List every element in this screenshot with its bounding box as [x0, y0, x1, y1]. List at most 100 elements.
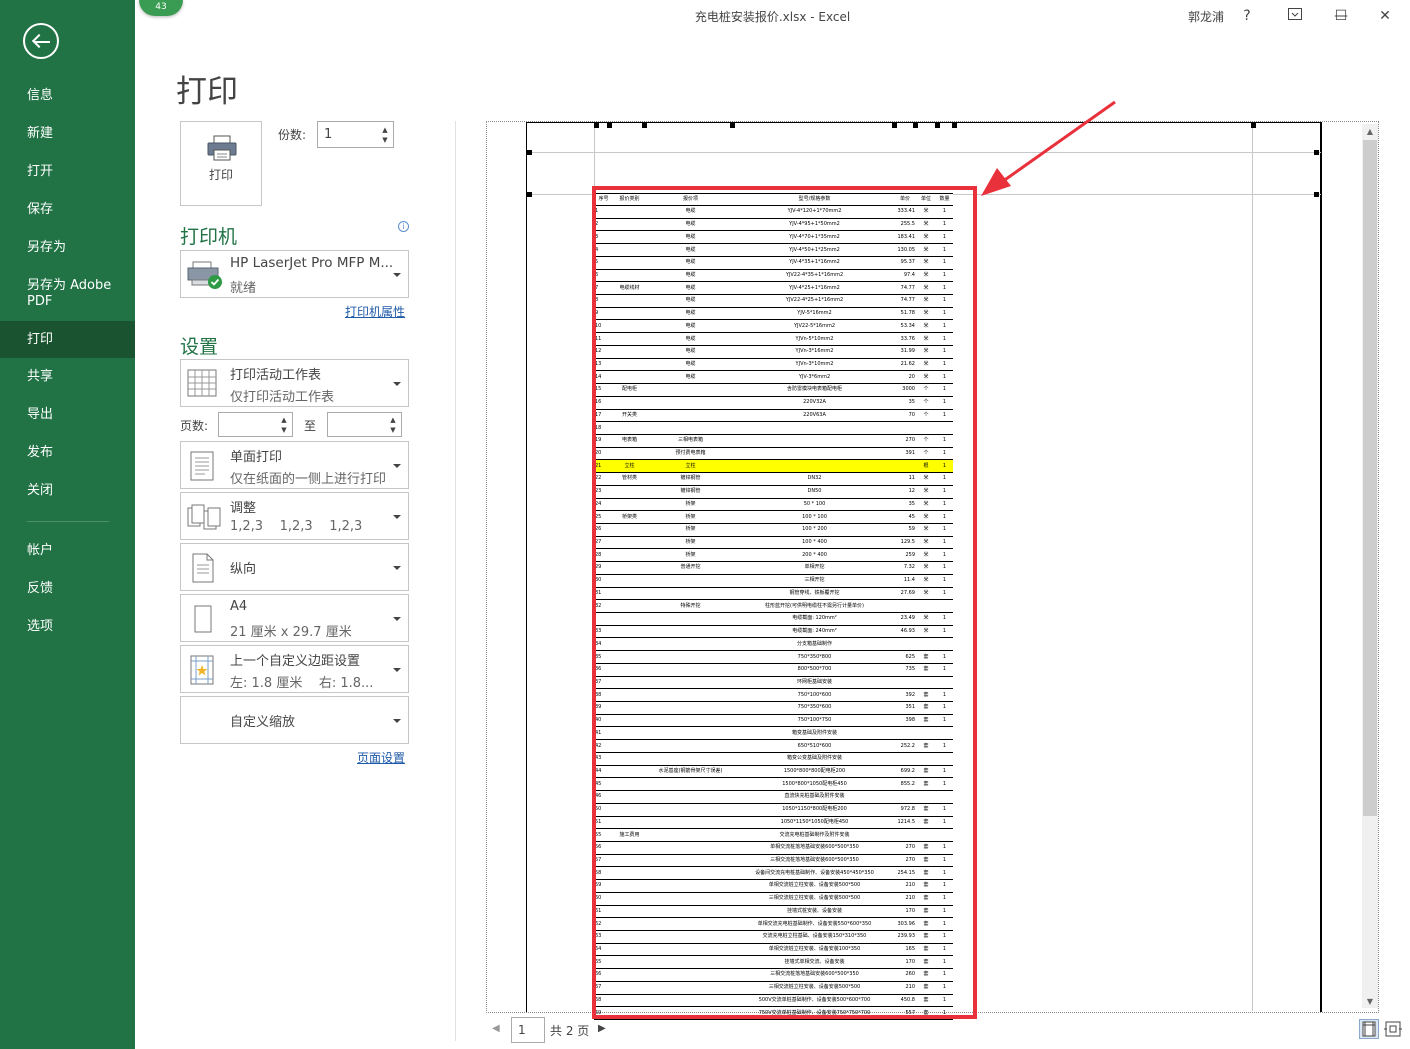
printer-heading: 打印机: [180, 226, 238, 248]
pages-label: 页数:: [180, 419, 209, 433]
copies-input[interactable]: 1 ▲ ▼: [317, 121, 394, 148]
sides-select[interactable]: 单面打印 仅在纸面的一侧上进行打印: [180, 441, 409, 489]
nav-options[interactable]: 选项: [0, 619, 135, 635]
dropdown-arrow-icon: [393, 515, 401, 519]
spin-up-icon[interactable]: ▲: [279, 415, 289, 425]
pages-to-input[interactable]: ▲ ▼: [327, 412, 402, 437]
nav-info[interactable]: 信息: [0, 88, 135, 104]
nav-save-as-pdf[interactable]: 另存为 Adobe PDF: [0, 278, 125, 310]
ribbon-display-icon[interactable]: [1283, 6, 1307, 26]
printer-icon: [207, 135, 237, 161]
printer-name: HP LaserJet Pro MFP M...: [230, 255, 394, 271]
show-margins-icon[interactable]: [1359, 1019, 1379, 1039]
scroll-up-icon[interactable]: ▲: [1364, 126, 1376, 138]
column-handle[interactable]: [952, 123, 957, 128]
margins-icon: [190, 655, 214, 685]
orientation-value: 纵向: [230, 562, 257, 577]
worksheet-icon: [187, 369, 217, 397]
dropdown-arrow-icon: [393, 719, 401, 723]
column-handle[interactable]: [607, 123, 612, 128]
printer-status: 就绪: [230, 281, 257, 296]
info-icon[interactable]: i: [398, 221, 409, 232]
margins-main: 上一个自定义边距设置: [230, 654, 361, 669]
column-handle[interactable]: [594, 123, 599, 128]
margin-handle[interactable]: [527, 192, 532, 197]
back-arrow-icon[interactable]: [23, 23, 59, 59]
print-scope-sub: 仅打印活动工作表: [230, 390, 335, 405]
margins-select[interactable]: 上一个自定义边距设置 左: 1.8 厘米 右: 1.8...: [180, 645, 409, 693]
collate-icon: [187, 504, 221, 530]
dropdown-arrow-icon: [393, 566, 401, 570]
nav-divider: [27, 521, 109, 522]
total-pages-label: 共 2 页: [550, 1024, 590, 1038]
nav-export[interactable]: 导出: [0, 407, 135, 423]
paper-size-main: A4: [230, 599, 248, 614]
column-handle[interactable]: [935, 123, 940, 128]
margin-handle[interactable]: [1314, 192, 1319, 197]
printer-ready-icon: [187, 261, 222, 289]
column-handle[interactable]: [730, 123, 735, 128]
collate-sub: 1,2,3 1,2,3 1,2,3: [230, 519, 363, 534]
scaling-select[interactable]: 自定义缩放: [180, 696, 409, 744]
print-button[interactable]: 打印: [180, 121, 262, 206]
nav-publish[interactable]: 发布: [0, 445, 135, 461]
pages-from-input[interactable]: ▲ ▼: [218, 412, 293, 437]
orientation-select[interactable]: 纵向: [180, 543, 409, 591]
settings-heading: 设置: [180, 336, 219, 358]
column-handle[interactable]: [913, 123, 918, 128]
pages-to-label: 至: [304, 419, 317, 433]
spin-down-icon[interactable]: ▼: [279, 425, 289, 435]
annotation-arrow-icon: [981, 100, 1116, 196]
close-button[interactable]: ✕: [1373, 6, 1397, 26]
nav-save-as[interactable]: 另存为: [0, 240, 135, 256]
scroll-down-icon[interactable]: ▼: [1364, 996, 1376, 1008]
nav-save[interactable]: 保存: [0, 202, 135, 218]
nav-new[interactable]: 新建: [0, 126, 135, 142]
margin-guide-right[interactable]: [1252, 123, 1253, 1011]
spin-up-icon[interactable]: ▲: [388, 415, 398, 425]
margin-guide-header[interactable]: [527, 152, 1321, 153]
dropdown-arrow-icon: [393, 382, 401, 386]
zoom-to-page-icon[interactable]: [1383, 1019, 1403, 1039]
margin-handle[interactable]: [527, 150, 532, 155]
paper-size-select[interactable]: A4 21 厘米 x 29.7 厘米: [180, 594, 409, 642]
copies-label: 份数:: [278, 128, 307, 142]
title-bar: 充电桩安装报价.xlsx - Excel 郭龙浦 ? — ☐ ✕: [135, 0, 1410, 34]
printer-properties-link[interactable]: 打印机属性: [345, 303, 405, 320]
portrait-icon: [192, 553, 214, 583]
column-handle[interactable]: [1251, 123, 1256, 128]
page-setup-link[interactable]: 页面设置: [357, 749, 405, 766]
previous-page-icon[interactable]: ◀: [492, 1023, 500, 1034]
collate-select[interactable]: 调整 1,2,3 1,2,3 1,2,3: [180, 492, 409, 540]
help-button[interactable]: ?: [1235, 6, 1259, 26]
nav-open[interactable]: 打开: [0, 164, 135, 180]
scrollbar-thumb[interactable]: [1363, 140, 1377, 816]
next-page-icon[interactable]: ▶: [598, 1023, 606, 1034]
paper-size-sub: 21 厘米 x 29.7 厘米: [230, 625, 352, 640]
sides-main: 单面打印: [230, 450, 283, 465]
current-page-input[interactable]: 1: [511, 1017, 545, 1043]
panel-divider: [455, 121, 456, 1041]
column-handle[interactable]: [642, 123, 647, 128]
collate-main: 调整: [230, 501, 257, 516]
printer-select[interactable]: HP LaserJet Pro MFP M... 就绪: [180, 250, 409, 298]
nav-close[interactable]: 关闭: [0, 483, 135, 499]
column-handle[interactable]: [892, 123, 897, 128]
spin-down-icon[interactable]: ▼: [388, 425, 398, 435]
sides-sub: 仅在纸面的一侧上进行打印: [230, 472, 387, 487]
nav-print[interactable]: 打印: [0, 321, 135, 358]
nav-account[interactable]: 帐户: [0, 543, 135, 559]
spin-down-icon[interactable]: ▼: [380, 135, 390, 145]
spin-up-icon[interactable]: ▲: [380, 125, 390, 135]
dropdown-arrow-icon: [393, 617, 401, 621]
backstage-nav: 信息 新建 打开 保存 另存为 另存为 Adobe PDF 打印 共享 导出 发…: [0, 0, 135, 1049]
nav-share[interactable]: 共享: [0, 369, 135, 385]
margin-handle[interactable]: [1314, 150, 1319, 155]
nav-feedback[interactable]: 反馈: [0, 581, 135, 597]
print-scope-select[interactable]: 打印活动工作表 仅打印活动工作表: [180, 359, 409, 407]
single-sided-icon: [190, 451, 214, 481]
user-name[interactable]: 郭龙浦: [1188, 8, 1224, 25]
page-title: 打印: [176, 74, 238, 110]
annotation-highlight-box: [592, 186, 977, 1019]
maximize-button[interactable]: ☐: [1329, 6, 1353, 26]
